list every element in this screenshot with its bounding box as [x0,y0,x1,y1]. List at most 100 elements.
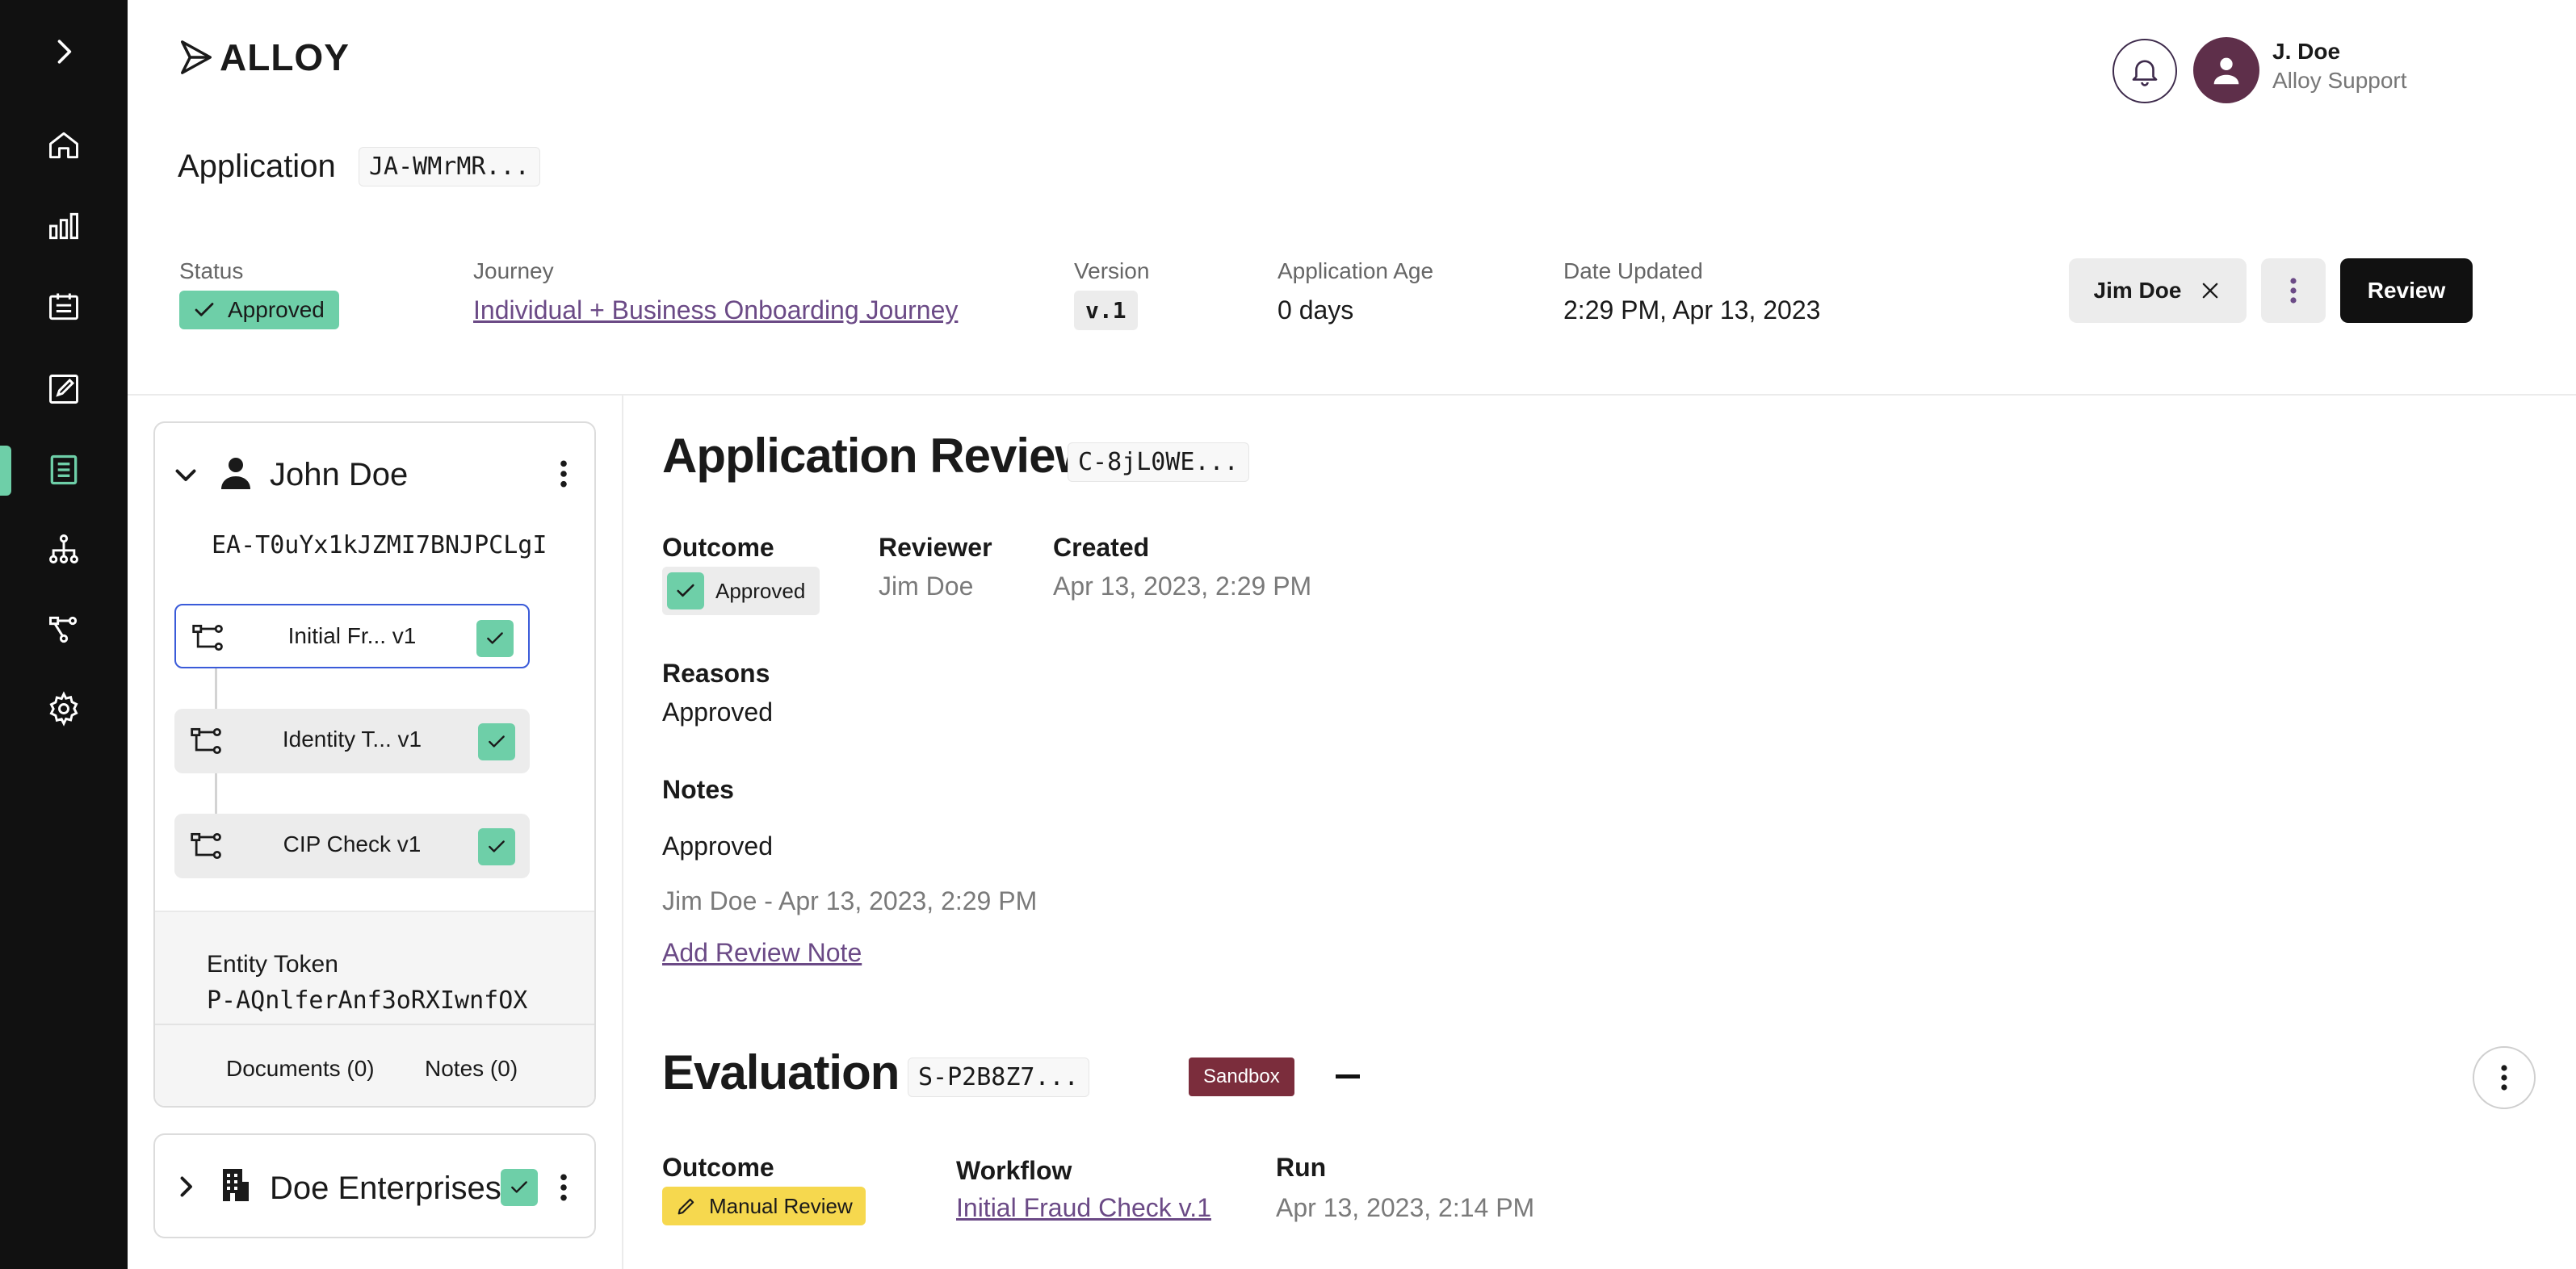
nav-item-home[interactable] [0,113,128,178]
created-label: Created [1053,533,1150,562]
assignee-chip[interactable]: Jim Doe [2069,258,2247,323]
age-value: 0 days [1278,295,1354,325]
org-chart-icon [49,534,78,563]
workflow-label: Identity T... v1 [282,727,422,752]
workflow-label: Workflow [956,1156,1072,1185]
user-role: Alloy Support [2272,68,2407,93]
review-outcome-label: Outcome [662,533,774,562]
check-box [667,572,704,609]
review-outcome-text: Approved [715,578,806,603]
created-value: Apr 13, 2023, 2:29 PM [1053,572,1312,601]
reviewer-value: Jim Doe [879,572,974,601]
nav-item-hierarchy[interactable] [0,517,128,581]
entity-header: John Doe [155,423,594,528]
assignee-name: Jim Doe [2093,278,2182,303]
gear-icon [49,691,78,727]
entity-token-label: Entity Token [207,951,338,978]
workflow-label: CIP Check v1 [283,831,422,856]
evaluation-outcome-label: Outcome [662,1153,774,1182]
nav-expand-button[interactable] [0,19,128,84]
edit-icon [49,375,78,404]
workflow-link[interactable]: Initial Fraud Check v.1 [956,1193,1211,1223]
entity-token-value: P-AQnlferAnf3oRXIwnfOX [207,986,528,1015]
kebab-icon[interactable] [559,459,568,489]
version-badge: v.1 [1074,291,1138,330]
workflow-icon [191,727,221,755]
status-label: Status [179,258,244,283]
workflow-item[interactable]: Initial Fr... v1 [174,604,530,668]
workflow-icon [192,624,223,651]
check-icon [487,632,503,644]
workflow-item[interactable]: Identity T... v1 [174,709,530,773]
review-title: Application Review [662,429,1093,483]
workflow-label: Initial Fr... v1 [287,623,417,648]
tab-documents[interactable]: Documents (0) [226,1056,375,1082]
user-avatar[interactable] [2193,37,2259,103]
entity-id: EA-T0uYx1kJZMI7BNJPCLgI [212,531,548,559]
reasons-label: Reasons [662,659,770,688]
entity-card: John Doe EA-T0uYx1kJZMI7BNJPCLgI Initial… [153,421,596,1108]
reviewer-label: Reviewer [879,533,992,562]
note-text: Approved [662,831,773,861]
document-icon [50,454,78,485]
status-badge: Approved [179,291,339,329]
tab-notes[interactable]: Notes (0) [425,1056,518,1082]
kebab-icon [2290,278,2297,304]
sandbox-badge: Sandbox [1189,1058,1294,1096]
age-label: Application Age [1278,258,1434,283]
business-card[interactable]: Doe Enterprises [153,1133,596,1238]
logo-text: ALLOY [220,36,350,78]
evaluation-title: Evaluation [662,1045,900,1099]
business-name: Doe Enterprises [270,1171,501,1206]
add-review-note-link[interactable]: Add Review Note [662,938,862,968]
nav-item-cases[interactable] [0,274,128,339]
nav-item-analytics[interactable] [0,194,128,258]
alloy-logo[interactable]: ALLOY [178,36,350,78]
evaluation-token[interactable]: S-P2B8Z7... [908,1058,1089,1097]
entity-footer-tabs: Documents (0) Notes (0) [155,1024,594,1106]
workflow-icon [49,616,78,643]
review-button[interactable]: Review [2340,258,2473,323]
more-actions-button[interactable] [2261,258,2326,323]
updated-value: 2:29 PM, Apr 13, 2023 [1563,295,1821,325]
check-icon [489,735,505,748]
panel-divider [622,396,623,1269]
nav-item-settings[interactable] [0,676,128,741]
entity-token-section: Entity Token P-AQnlferAnf3oRXIwnfOX [155,911,594,1024]
journey-link[interactable]: Individual + Business Onboarding Journey [473,295,958,325]
chevron-right-icon[interactable] [171,1172,200,1201]
business-status-check [501,1169,538,1206]
check-icon [489,840,505,852]
evaluation-outcome-badge: Manual Review [662,1187,866,1225]
notifications-button[interactable] [2112,39,2177,103]
version-label: Version [1074,258,1150,283]
bar-chart-icon [49,212,78,240]
evaluation-outcome-text: Manual Review [709,1193,853,1218]
nav-item-applications[interactable] [0,438,128,502]
kebab-icon [2501,1065,2507,1091]
user-name: J. Doe [2272,39,2341,64]
check-icon [195,303,214,316]
notes-label: Notes [662,775,734,804]
kebab-icon[interactable] [559,1172,568,1203]
workflow-connector [215,668,217,709]
entity-name: John Doe [270,457,409,492]
close-icon[interactable] [2199,279,2221,302]
updated-label: Date Updated [1563,258,1703,283]
application-token[interactable]: JA-WMrMR... [359,147,540,186]
workflow-item[interactable]: CIP Check v1 [174,814,530,878]
page-title: Application [178,149,336,184]
home-icon [49,132,78,159]
chevron-down-icon[interactable] [171,460,200,489]
evaluation-more-button[interactable] [2473,1046,2536,1109]
building-icon [223,1169,249,1201]
nav-item-review[interactable] [0,357,128,421]
workflow-icon [191,832,221,860]
nav-item-workflows[interactable] [0,597,128,662]
review-token[interactable]: C-8jL0WE... [1068,442,1249,482]
check-icon [677,584,694,597]
calendar-list-icon [49,293,78,320]
bell-icon [2132,60,2158,86]
review-outcome-badge: Approved [662,567,820,615]
run-value: Apr 13, 2023, 2:14 PM [1276,1193,1535,1222]
